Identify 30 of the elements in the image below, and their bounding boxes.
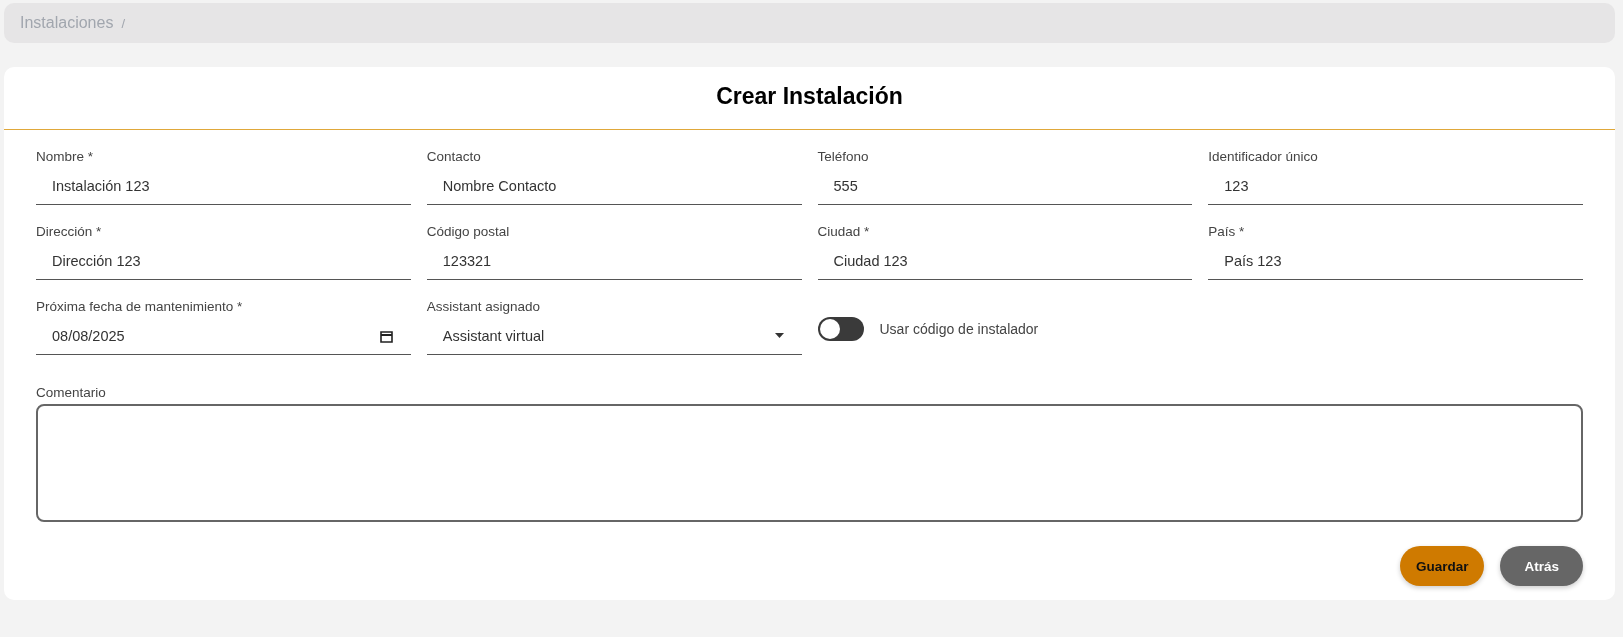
comment-textarea[interactable]: [36, 404, 1583, 522]
input-field[interactable]: Ciudad 123: [817, 239, 1193, 280]
input-field[interactable]: Instalación 123: [36, 164, 411, 205]
field-label: País *: [1208, 224, 1246, 239]
input-field[interactable]: Nombre Contacto: [426, 164, 802, 205]
field-label: Assistant asignado: [426, 299, 542, 314]
input-field[interactable]: País 123: [1208, 239, 1583, 280]
breadcrumb-separator: /: [121, 15, 125, 31]
date-field[interactable]: 08/08/2025: [36, 314, 411, 355]
toggle-label: Usar código de instalador: [879, 321, 1039, 337]
caret-icon: [774, 333, 784, 339]
field-label: Comentario: [36, 385, 107, 400]
field-label: Dirección *: [36, 224, 103, 239]
field-label: Ciudad *: [817, 224, 871, 239]
toggle-switch[interactable]: [817, 317, 864, 341]
field-label: Próxima fecha de mantenimiento *: [36, 299, 244, 314]
back-button[interactable]: Atrás: [1500, 546, 1583, 586]
input-field[interactable]: 555: [817, 164, 1193, 205]
field-label: Teléfono: [817, 149, 870, 164]
input-field[interactable]: 123321: [426, 239, 802, 280]
input-field[interactable]: 123: [1208, 164, 1583, 205]
input-field[interactable]: Dirección 123: [36, 239, 411, 280]
calendar-icon[interactable]: [379, 329, 393, 343]
select-field[interactable]: Assistant virtual: [426, 314, 802, 355]
form-title: Crear Instalación: [4, 67, 1615, 130]
save-button[interactable]: Guardar: [1399, 546, 1485, 586]
field-label: Nombre *: [36, 149, 95, 164]
field-label: Identificador único: [1208, 149, 1319, 164]
field-label: Contacto: [426, 149, 482, 164]
field-label: Código postal: [426, 224, 511, 239]
